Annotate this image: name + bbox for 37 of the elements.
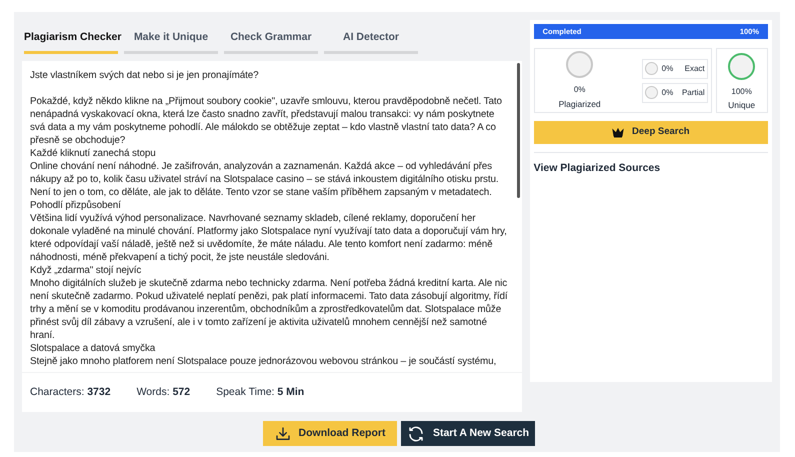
match-label: Exact: [684, 62, 705, 74]
match-value: 0%: [662, 62, 674, 74]
tab[interactable]: AI Detector: [324, 20, 418, 54]
text-paragraph: Stejně jako mnoho platforem není Slotspalace pouze jednorázovou webovou stránkou – je součástí systému,: [30, 355, 498, 368]
crown-icon: [612, 128, 624, 138]
new-search-button[interactable]: Start A New Search: [401, 421, 535, 446]
match-value: 0%: [662, 86, 674, 98]
text-paragraph: Většina lidí využívá výhod personalizace. Navrhované seznamy skladeb, cílené reklamy, doporučení her dokonale vyladěné na minulé chování. Platformy jako Slotspalace nyní využívají tato data a doporučují vám hry, které odpovídají vaší náladě, ještě než si uvědomíte, že máte náladu. Ale tento komfort není zadarmo: méně náhodnosti, méně překvapení a tichý pocit, že jste neustále sledováni.: [30, 212, 508, 264]
text-stat: Speak Time: 5 Min: [216, 384, 304, 400]
tab[interactable]: Check Grammar: [224, 20, 318, 54]
download-button[interactable]: Download Report: [263, 421, 397, 446]
text-paragraph: Slotspalace a datová smyčka: [30, 342, 156, 355]
match-label: Partial: [682, 86, 705, 98]
unique-value: 100%: [731, 86, 752, 98]
refresh-icon: [406, 424, 425, 442]
percent-ring: [728, 53, 756, 80]
text-paragraph: Online chování není náhodné. Je zašifrován, analyzován a zaznamenán. Každá akce – od vyhledávání přes nákupy až po to, kolik času uživatel stráví na Slotspalace casino – se stává inkoustem digitálního otisku prstu. Není to jen o tom, co děláte, ale jak to děláte. Tento vzor se stane vaším příběhem zapsaným v metadatech.: [30, 160, 500, 199]
tab[interactable]: Make it Unique: [124, 20, 218, 54]
text-paragraph: Pohodlí přizpůsobení: [30, 199, 122, 212]
text-stat: Characters: 3732: [30, 384, 111, 400]
text-stat: Words: 572: [136, 384, 190, 400]
download-icon: [274, 426, 291, 442]
scrollbar[interactable]: [516, 63, 520, 198]
percent-ring: [644, 62, 658, 75]
sources-title: View Plagiarized Sources: [534, 161, 662, 176]
text-paragraph: Pokaždé, když někdo klikne na „Přijmout soubory cookie", uzavře smlouvu, kterou pravděpodobně nečetl. Tato nenápadná vyskakovací okna, která lze často snadno zavřít, představují malou transakci: vy nám poskytnete svá data a my vám poskytneme pohodlí. Ale málokdo se obtěžuje zeptat – kdo vlastně vlastní tato data? A co přesně se obchoduje?: [30, 95, 503, 147]
plagiarized-label: Plagiarized: [558, 98, 601, 110]
text-editor[interactable]: [22, 61, 522, 372]
percent-ring: [566, 50, 594, 78]
percent-ring: [644, 86, 658, 99]
text-paragraph: Každé kliknutí zanechá stopu: [30, 147, 157, 160]
text-paragraph: Mnoho digitálních služeb je skutečně zdarma nebo technicky zdarma. Není potřeba žádná kreditní karta. Ale nic není skutečně zadarmo. Pokud uživatelé neplatí penězi, pak platí informacemi. Tato data zásobují algoritmy, řídí trhy a mění se v komoditu prodávanou inzerentům, obchodníkům a zprostředkovatelům dat. Slotspalace může přinést svůj díl zábavy a vzrušení, ale i v tomto zařízení je aktivita uživatelů mnohem cennější než samotné hraní.: [30, 277, 509, 342]
unique-label: Unique: [728, 99, 756, 112]
text-paragraph: Když „zdarma" stojí nejvíc: [30, 264, 142, 277]
plagiarized-value: 0%: [574, 84, 586, 96]
deep-search-button[interactable]: Deep Search: [534, 121, 768, 144]
text-paragraph: Jste vlastníkem svých dat nebo si je jen pronajímáte?: [30, 69, 260, 82]
